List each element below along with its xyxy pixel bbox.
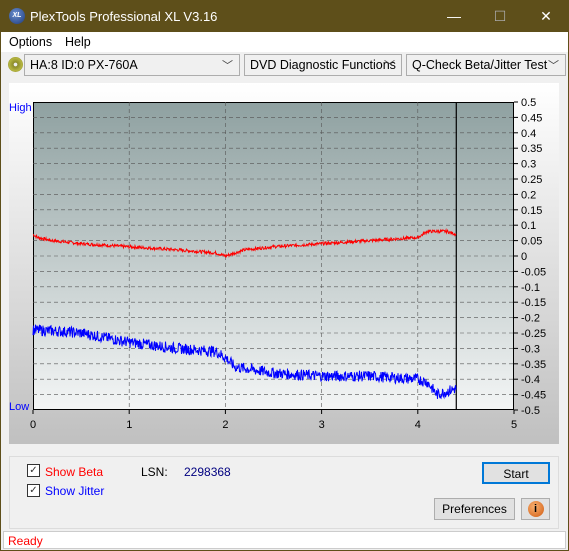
y-tick-label: -0.5 bbox=[521, 405, 540, 417]
y-tick-label: -0.15 bbox=[521, 297, 546, 309]
y-tick-label: -0.25 bbox=[521, 328, 546, 340]
beta-jitter-chart: 0.5 0.45 0.4 0.35 0.3 0.25 0.2 0.15 0.1 0.05 0 -0.0… bbox=[30, 97, 546, 431]
x-tick-label: 5 bbox=[511, 419, 517, 431]
y-tick-label: -0.05 bbox=[521, 266, 546, 278]
y-tick-label: 0.35 bbox=[521, 143, 542, 155]
x-tick-label: 2 bbox=[222, 419, 228, 431]
jitter-series-line bbox=[32, 324, 457, 400]
status-bar: Ready bbox=[3, 531, 566, 549]
y-tick-label: 0.05 bbox=[521, 236, 542, 248]
info-button[interactable]: i bbox=[521, 498, 550, 520]
x-tick-label: 3 bbox=[319, 419, 325, 431]
show-beta-checkbox[interactable]: ✓ bbox=[27, 464, 40, 477]
x-tick-label: 4 bbox=[415, 419, 421, 431]
show-jitter-label[interactable]: Show Jitter bbox=[45, 484, 104, 498]
beta-series-line bbox=[32, 227, 457, 258]
y-tick-label: 0.2 bbox=[521, 189, 536, 201]
preferences-button[interactable]: Preferences bbox=[434, 498, 515, 520]
y-tick-label: -0.35 bbox=[521, 359, 546, 371]
y-tick-label: -0.3 bbox=[521, 343, 540, 355]
y-tick-label: -0.45 bbox=[521, 390, 546, 402]
y-tick-label: 0 bbox=[521, 251, 527, 263]
y-tick-label: 0.15 bbox=[521, 205, 542, 217]
y-tick-label: 0.3 bbox=[521, 159, 536, 171]
lsn-value: 2298368 bbox=[184, 465, 231, 479]
y-tick-label: 0.4 bbox=[521, 128, 536, 140]
status-text: Ready bbox=[8, 534, 43, 548]
x-tick-label: 1 bbox=[126, 419, 132, 431]
start-button[interactable]: Start bbox=[482, 462, 550, 484]
y-tick-label: -0.1 bbox=[521, 282, 540, 294]
y-tick-label: 0.45 bbox=[521, 112, 542, 124]
x-tick-label: 0 bbox=[30, 419, 36, 431]
y-tick-label: -0.4 bbox=[521, 374, 540, 386]
show-beta-label[interactable]: Show Beta bbox=[45, 465, 103, 479]
lsn-label: LSN: bbox=[141, 465, 168, 479]
show-jitter-checkbox[interactable]: ✓ bbox=[27, 484, 40, 497]
y-tick-label: 0.1 bbox=[521, 220, 536, 232]
y-tick-label: 0.25 bbox=[521, 174, 542, 186]
info-icon: i bbox=[527, 501, 544, 517]
y-tick-label: 0.5 bbox=[521, 97, 536, 109]
y-tick-label: -0.2 bbox=[521, 313, 540, 325]
